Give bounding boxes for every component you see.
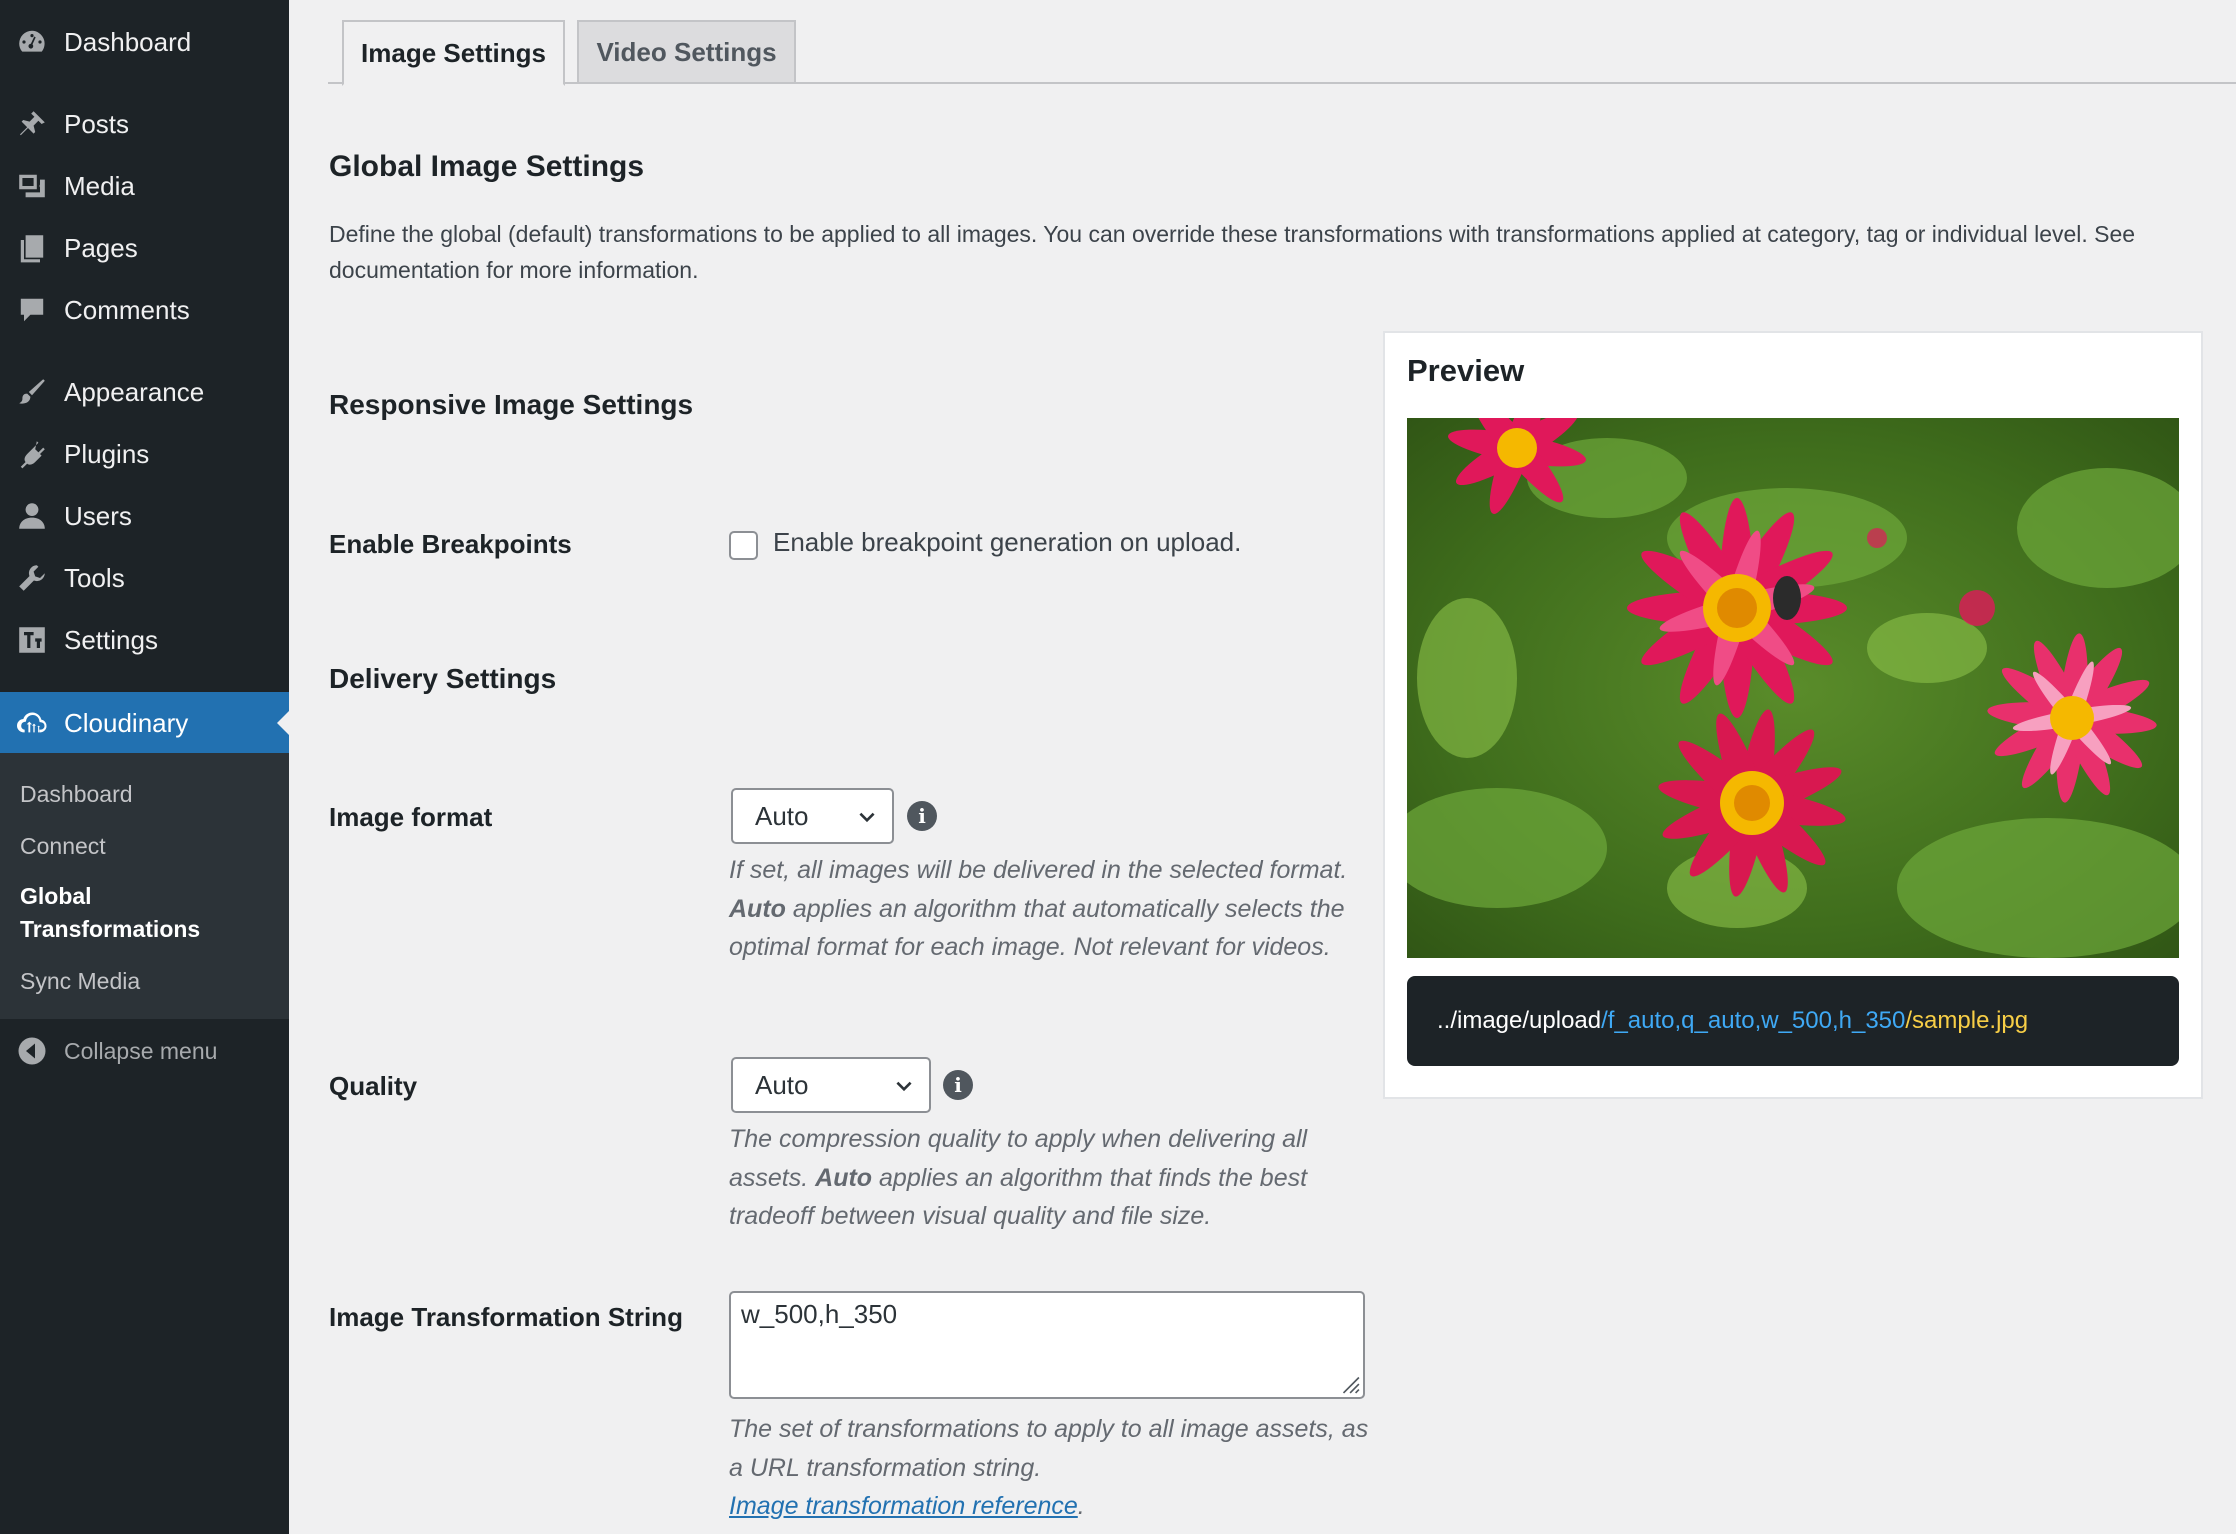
page-description: Define the global (default) transformati… [329,221,2136,283]
tabs-divider [328,82,2236,84]
quality-value: Auto [755,1069,809,1100]
menu-label: Dashboard [64,26,192,57]
plug-icon [0,438,64,470]
quality-select[interactable]: Auto [731,1057,931,1113]
menu-settings[interactable]: Settings [0,616,289,664]
menu-tools[interactable]: Tools [0,554,289,602]
menu-label: Plugins [64,438,150,469]
breakpoints-label: Enable Breakpoints [329,529,572,559]
transform-help: The set of transformations to apply to a… [729,1415,1369,1520]
cloudinary-submenu: Dashboard Connect Global Transformations… [0,753,289,1019]
preview-panel: Preview ../image/upload /f_auto,q_auto,w… [1383,331,2203,1099]
submenu-sync-media[interactable]: Sync Media [20,965,280,998]
submenu-dashboard[interactable]: Dashboard [20,778,280,811]
url-transformation: /f_auto,q_auto,w_500,h_350 [1601,1007,1906,1034]
cloud-icon [0,707,64,739]
menu-label: Tools [64,562,125,593]
pin-icon [0,108,64,140]
wrench-icon [0,562,64,594]
menu-posts[interactable]: Posts [0,100,289,148]
menu-users[interactable]: Users [0,492,289,540]
menu-label: Settings [64,624,158,655]
dashboard-icon [0,26,64,58]
menu-label: Cloudinary [64,707,189,738]
transform-textarea[interactable]: w_500,h_350 [729,1291,1365,1399]
menu-dashboard[interactable]: Dashboard [0,18,289,66]
collapse-icon [0,1036,64,1066]
image-format-help: If set, all images will be delivered in … [729,856,1348,961]
url-base: ../image/upload [1437,1007,1602,1034]
image-format-label: Image format [329,802,493,832]
resize-handle-icon[interactable] [1338,1372,1360,1394]
collapse-label: Collapse menu [64,1037,218,1064]
breakpoints-checkbox-label[interactable]: Enable breakpoint generation on upload. [773,527,1241,558]
transform-reference-link[interactable]: Image transformation reference [729,1492,1078,1520]
page-title: Global Image Settings [329,150,645,183]
admin-sidebar: Dashboard Posts Media Pages Comments App… [0,0,289,1534]
delivery-heading: Delivery Settings [329,663,557,694]
chevron-down-icon [859,812,875,823]
menu-appearance[interactable]: Appearance [0,368,289,416]
breakpoints-checkbox[interactable] [729,531,758,560]
chevron-down-icon [896,1081,912,1092]
menu-comments[interactable]: Comments [0,286,289,334]
menu-label: Posts [64,108,130,139]
brush-icon [0,376,64,408]
menu-plugins[interactable]: Plugins [0,430,289,478]
pages-icon [0,232,64,264]
menu-label: Appearance [64,376,205,407]
transform-label: Image Transformation String [329,1302,683,1332]
menu-label: Users [64,500,132,531]
image-format-select[interactable]: Auto [731,788,894,844]
image-format-value: Auto [755,800,809,831]
transform-value: w_500,h_350 [741,1299,898,1329]
menu-pages[interactable]: Pages [0,224,289,272]
tab-video-settings[interactable]: Video Settings [577,20,796,82]
url-filename: /sample.jpg [1905,1007,2029,1034]
info-icon[interactable]: i [943,1070,973,1100]
menu-label: Comments [64,294,190,325]
settings-icon [0,624,64,656]
preview-title: Preview [1407,353,1525,388]
menu-label: Media [64,170,135,201]
responsive-heading: Responsive Image Settings [329,389,694,420]
comment-icon [0,294,64,326]
preview-url-bar: ../image/upload/f_auto,q_auto,w_500,h_35… [1407,976,2179,1066]
menu-label: Pages [64,232,138,263]
media-icon [0,170,64,202]
submenu-global-transformations[interactable]: Global Transformations [20,880,240,946]
collapse-menu-button[interactable]: Collapse menu [0,1030,289,1072]
menu-cloudinary[interactable]: Cloudinary [0,692,289,754]
tab-image-settings[interactable]: Image Settings [342,20,565,86]
info-icon[interactable]: i [907,801,937,831]
menu-media[interactable]: Media [0,162,289,210]
preview-image [1407,418,2179,958]
submenu-connect[interactable]: Connect [20,830,280,863]
quality-help: The compression quality to apply when de… [729,1125,1308,1230]
user-icon [0,500,64,532]
active-indicator [277,711,289,735]
quality-label: Quality [329,1071,418,1101]
